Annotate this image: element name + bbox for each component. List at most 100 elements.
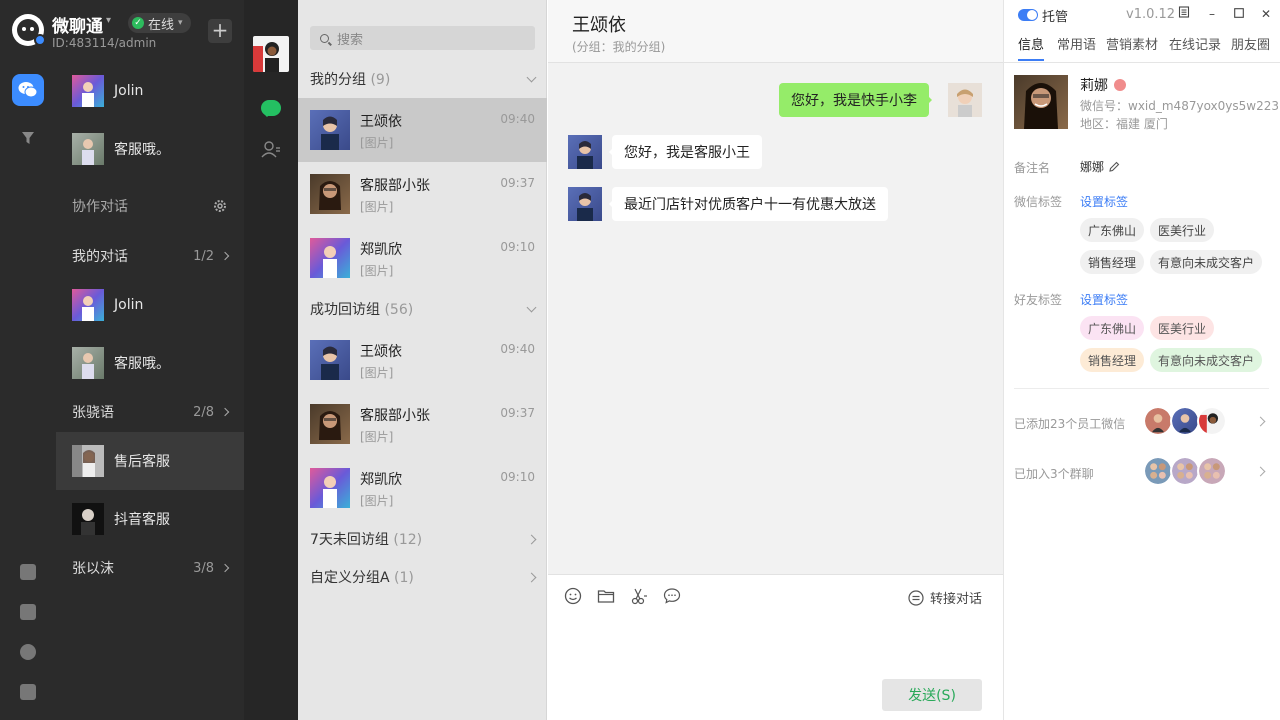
my-avatar[interactable] <box>948 83 982 117</box>
info-tabs: 信息 常用语 营销素材 在线记录 朋友圈 <box>1004 30 1280 63</box>
list-item[interactable]: 客服哦。 <box>56 334 244 392</box>
user-icon[interactable] <box>20 684 36 700</box>
set-friend-tags-link[interactable]: 设置标签 <box>1080 291 1128 308</box>
avatar <box>310 238 350 278</box>
group-row[interactable]: 张骁语 2/8 <box>56 397 244 427</box>
status-dropdown[interactable]: ✓ 在线 ▾ <box>128 13 191 33</box>
message-time: 09:37 <box>500 406 535 420</box>
account-strip <box>244 0 298 720</box>
avatar <box>72 289 104 321</box>
chevron-right-icon <box>220 407 230 417</box>
maximize-icon[interactable] <box>1231 6 1247 22</box>
hosting-toggle[interactable] <box>1018 9 1038 21</box>
scissors-icon[interactable] <box>630 587 648 605</box>
chat-bubble-icon[interactable] <box>663 587 681 605</box>
message-time: 09:10 <box>500 470 535 484</box>
avatar <box>72 347 104 379</box>
tab-phrases[interactable]: 常用语 <box>1057 34 1096 53</box>
list-item[interactable]: 客服部小张 [图片] 09:37 <box>298 162 547 226</box>
caret-down-icon[interactable]: ▾ <box>106 15 111 26</box>
staff-avatar <box>1170 406 1200 436</box>
set-wechat-tags-link[interactable]: 设置标签 <box>1080 193 1128 210</box>
wechat-icon[interactable] <box>12 74 44 106</box>
list-item[interactable]: 售后客服 <box>56 432 244 490</box>
conversation-label: 客服哦。 <box>114 356 170 372</box>
tag-chip: 医美行业 <box>1150 316 1215 340</box>
message-bubble: 您好，我是客服小王 <box>609 135 762 169</box>
chevron-right-icon[interactable] <box>1255 466 1266 477</box>
group-header[interactable]: 成功回访组 (56) <box>298 290 547 328</box>
list-item[interactable]: 王颂依 [图片] 09:40 <box>298 328 547 392</box>
folder-icon[interactable] <box>597 587 615 605</box>
chat-icon[interactable] <box>261 100 281 117</box>
group-name: 成功回访组 <box>310 302 380 318</box>
check-icon: ✓ <box>132 17 144 29</box>
group-header[interactable]: 自定义分组A (1) <box>298 558 547 596</box>
group-label: 张骁语 <box>72 405 114 421</box>
message-composer[interactable]: 转接对话 发送(S) <box>548 574 1003 720</box>
friend-tags-label: 好友标签 <box>1014 293 1063 307</box>
list-item[interactable]: 客服哦。 <box>56 120 244 178</box>
group-header[interactable]: 7天未回访组 (12) <box>298 520 547 558</box>
contact-avatar[interactable] <box>568 135 602 169</box>
my-conversations-row[interactable]: 我的对话 1/2 <box>56 241 244 271</box>
added-staff-label[interactable]: 已添加23个员工微信 <box>1014 415 1125 432</box>
chevron-right-icon <box>220 251 230 261</box>
avatar <box>310 174 350 214</box>
list-item[interactable]: 郑凯欣 [图片] 09:10 <box>298 456 547 520</box>
contact-avatar[interactable] <box>568 187 602 221</box>
tag-chip: 广东佛山 <box>1080 218 1145 242</box>
add-button[interactable]: + <box>208 19 232 43</box>
gear-icon[interactable] <box>212 198 228 214</box>
list-item[interactable]: 客服部小张 [图片] 09:37 <box>298 392 547 456</box>
chart-icon[interactable] <box>20 564 36 580</box>
hosting-label: 托管 <box>1042 10 1069 25</box>
chevron-down-icon <box>526 302 537 312</box>
message-time: 09:10 <box>500 240 535 254</box>
message-preview: [图片] <box>360 200 394 214</box>
my-conversations-count: 1/2 <box>193 248 214 264</box>
staff-avatar <box>1197 406 1227 436</box>
close-icon[interactable]: ✕ <box>1258 6 1274 22</box>
chevron-down-icon <box>526 72 537 82</box>
contact-name: 客服部小张 <box>360 408 430 424</box>
tab-online-records[interactable]: 在线记录 <box>1169 34 1221 53</box>
group-header[interactable]: 我的分组 (9) <box>298 60 547 98</box>
tab-marketing[interactable]: 营销素材 <box>1106 34 1158 53</box>
joined-groups-label[interactable]: 已加入3个群聊 <box>1014 465 1094 482</box>
conversation-label: 售后客服 <box>114 454 170 470</box>
list-item[interactable]: Jolin <box>56 276 244 334</box>
search-input[interactable]: 搜索 <box>310 26 535 50</box>
app-logo <box>12 14 46 46</box>
transfer-conversation-button[interactable]: 转接对话 <box>908 588 982 607</box>
list-item[interactable]: 王颂依 [图片] 09:40 <box>298 98 547 162</box>
message-preview: [图片] <box>360 494 394 508</box>
document-icon[interactable] <box>20 604 36 620</box>
profile-name: 莉娜 <box>1080 78 1108 94</box>
group-row[interactable]: 张以沫 3/8 <box>56 553 244 583</box>
remark-value-row[interactable]: 娜娜 <box>1080 158 1120 175</box>
wechat-id: 微信号：wxid_m487yox0ys5w223 <box>1080 99 1279 113</box>
tab-info[interactable]: 信息 <box>1018 34 1044 53</box>
profile-avatar[interactable] <box>1014 75 1068 129</box>
app-header: 微聊通 ▾ ✓ 在线 ▾ ID:483114/admin + <box>0 0 244 62</box>
send-button[interactable]: 发送(S) <box>882 679 982 711</box>
filter-icon[interactable] <box>12 122 44 154</box>
group-count: (12) <box>393 532 423 548</box>
chat-title: 王颂依 <box>572 15 626 36</box>
contacts-icon[interactable] <box>261 140 281 158</box>
menu-icon[interactable] <box>1176 6 1192 22</box>
account-avatar[interactable] <box>253 36 289 72</box>
list-item[interactable]: 抖音客服 <box>56 490 244 548</box>
app-name[interactable]: 微聊通 <box>52 12 103 37</box>
settings-icon[interactable] <box>20 644 36 660</box>
group-count: (1) <box>394 570 414 586</box>
edit-icon[interactable] <box>1108 161 1120 173</box>
list-item[interactable]: Jolin <box>56 62 244 120</box>
emoji-icon[interactable] <box>564 587 582 605</box>
tab-moments[interactable]: 朋友圈 <box>1231 34 1270 53</box>
minimize-icon[interactable]: – <box>1204 6 1220 22</box>
chevron-right-icon[interactable] <box>1255 416 1266 427</box>
list-item[interactable]: 郑凯欣 [图片] 09:10 <box>298 226 547 290</box>
contact-name: 郑凯欣 <box>360 472 402 488</box>
